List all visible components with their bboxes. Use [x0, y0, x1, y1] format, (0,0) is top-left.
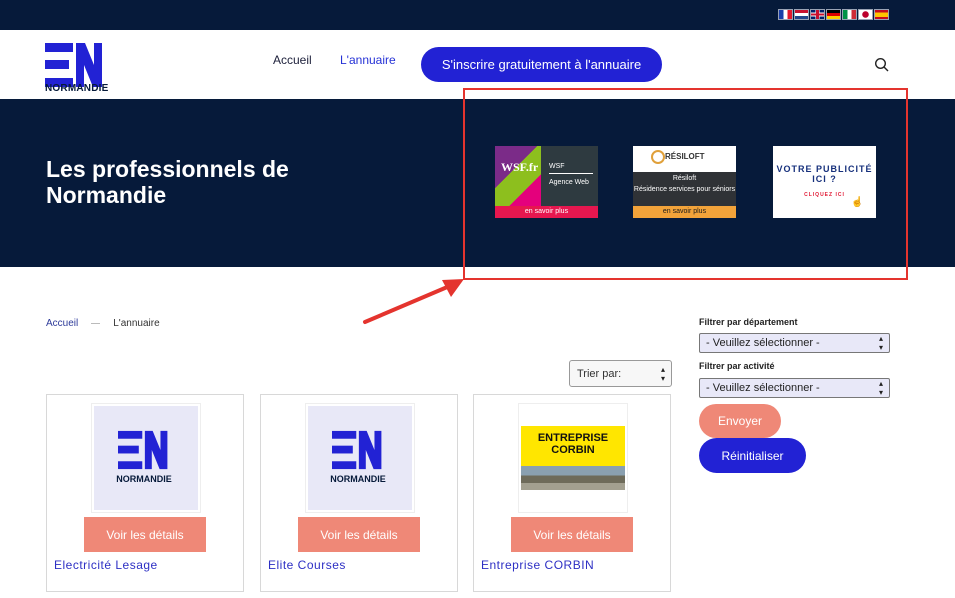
- listing-name[interactable]: Elite Courses: [268, 558, 346, 572]
- department-select-value: - Veuillez sélectionner -: [706, 337, 820, 349]
- listing-card: NORMANDIE Voir les détails Electricité L…: [46, 394, 244, 592]
- france-flag-icon[interactable]: [778, 9, 793, 20]
- search-icon[interactable]: [874, 57, 890, 73]
- logo-caption: ENTREPRISE CORBIN: [537, 432, 609, 456]
- japan-flag-icon[interactable]: [858, 9, 873, 20]
- listing-card: NORMANDIE Voir les détails Elite Courses: [260, 394, 458, 592]
- select-arrows-icon: ▴ ▾: [660, 364, 665, 383]
- reset-button[interactable]: Réinitialiser: [699, 438, 806, 473]
- italy-flag-icon[interactable]: [842, 9, 857, 20]
- details-button[interactable]: Voir les détails: [298, 517, 420, 552]
- annotation-arrow-icon: [363, 279, 464, 324]
- activity-select[interactable]: - Veuillez sélectionner - ▴ ▾: [699, 378, 890, 398]
- nav-home[interactable]: Accueil: [273, 53, 312, 67]
- listing-name[interactable]: Electricité Lesage: [54, 558, 158, 572]
- send-button[interactable]: Envoyer: [699, 404, 781, 438]
- logo-text[interactable]: NORMANDIE: [45, 83, 108, 94]
- logo-caption: NORMANDIE: [116, 474, 172, 484]
- sort-select[interactable]: Trier par: ▴ ▾: [569, 360, 672, 387]
- en-logo-icon: [332, 430, 382, 470]
- germany-flag-icon[interactable]: [826, 9, 841, 20]
- listing-logo[interactable]: ENTREPRISE CORBIN: [518, 403, 628, 513]
- activity-select-value: - Veuillez sélectionner -: [706, 382, 820, 394]
- breadcrumb: Accueil L'annuaire: [46, 318, 160, 329]
- listing-card: ENTREPRISE CORBIN Voir les détails Entre…: [473, 394, 671, 592]
- annotation-highlight-box: [463, 88, 908, 280]
- department-select[interactable]: - Veuillez sélectionner - ▴ ▾: [699, 333, 890, 353]
- page-title: Les professionnels de Normandie: [46, 156, 289, 208]
- listing-logo[interactable]: NORMANDIE: [91, 403, 201, 513]
- listing-logo[interactable]: NORMANDIE: [305, 403, 415, 513]
- listing-name[interactable]: Entreprise CORBIN: [481, 558, 594, 572]
- details-button[interactable]: Voir les détails: [511, 517, 633, 552]
- top-bar: [0, 0, 955, 30]
- uk-flag-icon[interactable]: [810, 9, 825, 20]
- nav-annuaire[interactable]: L'annuaire: [340, 53, 396, 67]
- details-button[interactable]: Voir les détails: [84, 517, 206, 552]
- corbin-photo: [521, 466, 625, 490]
- en-logo-icon: [118, 430, 168, 470]
- department-filter-label: Filtrer par département: [699, 317, 798, 327]
- logo-caption: NORMANDIE: [330, 474, 386, 484]
- select-arrows-icon: ▴ ▾: [878, 334, 883, 352]
- breadcrumb-current: L'annuaire: [113, 318, 160, 329]
- activity-filter-label: Filtrer par activité: [699, 361, 775, 371]
- spain-flag-icon[interactable]: [874, 9, 889, 20]
- netherlands-flag-icon[interactable]: [794, 9, 809, 20]
- register-button[interactable]: S'inscrire gratuitement à l'annuaire: [421, 47, 662, 82]
- language-switcher: [778, 9, 889, 20]
- select-arrows-icon: ▴ ▾: [878, 379, 883, 397]
- sort-label: Trier par:: [577, 368, 622, 380]
- breadcrumb-home[interactable]: Accueil: [46, 318, 78, 329]
- breadcrumb-separator: [91, 323, 101, 324]
